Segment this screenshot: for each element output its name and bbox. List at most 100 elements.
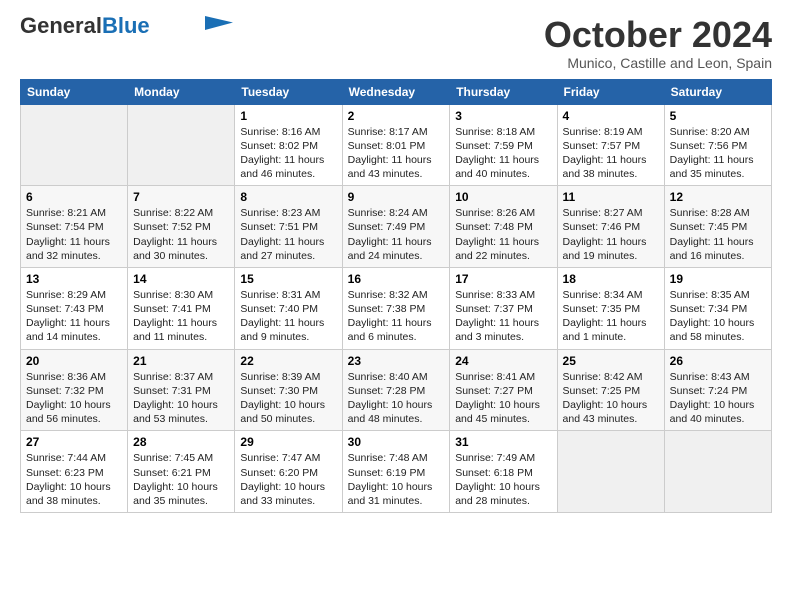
day-info: Sunrise: 8:27 AMSunset: 7:46 PMDaylight:… bbox=[563, 206, 659, 263]
week-row-4: 20Sunrise: 8:36 AMSunset: 7:32 PMDayligh… bbox=[21, 349, 772, 431]
day-info: Sunrise: 8:37 AMSunset: 7:31 PMDaylight:… bbox=[133, 370, 229, 427]
day-info: Sunrise: 8:16 AMSunset: 8:02 PMDaylight:… bbox=[240, 125, 336, 182]
day-number: 18 bbox=[563, 272, 659, 286]
day-info: Sunrise: 8:32 AMSunset: 7:38 PMDaylight:… bbox=[348, 288, 445, 345]
day-info: Sunrise: 7:44 AMSunset: 6:23 PMDaylight:… bbox=[26, 451, 122, 508]
calendar-cell: 1 Sunrise: 8:16 AMSunset: 8:02 PMDaylight… bbox=[235, 104, 342, 186]
week-row-5: 27 Sunrise: 7:44 AMSunset: 6:23 PMDayligh… bbox=[21, 431, 772, 513]
day-number: 3 bbox=[455, 109, 551, 123]
day-header-monday: Monday bbox=[128, 79, 235, 104]
calendar-cell: 21 Sunrise: 8:37 AMSunset: 7:31 PMDayligh… bbox=[128, 349, 235, 431]
logo-text: GeneralBlue bbox=[20, 15, 150, 37]
day-info: Sunrise: 8:30 AMSunset: 7:41 PMDaylight:… bbox=[133, 288, 229, 345]
week-row-1: 1 Sunrise: 8:16 AMSunset: 8:02 PMDaylight… bbox=[21, 104, 772, 186]
calendar-cell: 10 Sunrise: 8:26 AMSunset: 7:48 PMDayligh… bbox=[450, 186, 557, 268]
day-info: Sunrise: 8:21 AMSunset: 7:54 PMDaylight:… bbox=[26, 206, 122, 263]
logo: GeneralBlue bbox=[20, 15, 233, 37]
calendar-cell bbox=[128, 104, 235, 186]
week-row-3: 13 Sunrise: 8:29 AMSunset: 7:43 PMDayligh… bbox=[21, 267, 772, 349]
calendar-cell: 7Sunrise: 8:22 AMSunset: 7:52 PMDaylight… bbox=[128, 186, 235, 268]
day-header-wednesday: Wednesday bbox=[342, 79, 450, 104]
day-info: Sunrise: 8:41 AMSunset: 7:27 PMDaylight:… bbox=[455, 370, 551, 427]
calendar-cell: 6 Sunrise: 8:21 AMSunset: 7:54 PMDaylight… bbox=[21, 186, 128, 268]
calendar-cell: 18 Sunrise: 8:34 AMSunset: 7:35 PMDayligh… bbox=[557, 267, 664, 349]
day-info: Sunrise: 8:31 AMSunset: 7:40 PMDaylight:… bbox=[240, 288, 336, 345]
month-title: October 2024 bbox=[544, 15, 772, 55]
calendar-cell bbox=[21, 104, 128, 186]
day-info: Sunrise: 8:29 AMSunset: 7:43 PMDaylight:… bbox=[26, 288, 122, 345]
day-header-sunday: Sunday bbox=[21, 79, 128, 104]
day-number: 16 bbox=[348, 272, 445, 286]
day-number: 27 bbox=[26, 435, 122, 449]
day-info: Sunrise: 8:33 AMSunset: 7:37 PMDaylight:… bbox=[455, 288, 551, 345]
calendar-cell: 26 Sunrise: 8:43 AMSunset: 7:24 PMDayligh… bbox=[664, 349, 771, 431]
calendar-cell: 3Sunrise: 8:18 AMSunset: 7:59 PMDaylight… bbox=[450, 104, 557, 186]
calendar-cell: 24 Sunrise: 8:41 AMSunset: 7:27 PMDayligh… bbox=[450, 349, 557, 431]
day-number: 13 bbox=[26, 272, 122, 286]
calendar-cell bbox=[664, 431, 771, 513]
week-row-2: 6 Sunrise: 8:21 AMSunset: 7:54 PMDaylight… bbox=[21, 186, 772, 268]
day-info: Sunrise: 8:17 AMSunset: 8:01 PMDaylight:… bbox=[348, 125, 445, 182]
day-number: 29 bbox=[240, 435, 336, 449]
day-number: 4 bbox=[563, 109, 659, 123]
calendar-cell: 23Sunrise: 8:40 AMSunset: 7:28 PMDayligh… bbox=[342, 349, 450, 431]
calendar-cell: 5 Sunrise: 8:20 AMSunset: 7:56 PMDaylight… bbox=[664, 104, 771, 186]
day-number: 11 bbox=[563, 190, 659, 204]
day-number: 31 bbox=[455, 435, 551, 449]
calendar-cell: 15 Sunrise: 8:31 AMSunset: 7:40 PMDayligh… bbox=[235, 267, 342, 349]
day-number: 2 bbox=[348, 109, 445, 123]
calendar-cell: 14 Sunrise: 8:30 AMSunset: 7:41 PMDayligh… bbox=[128, 267, 235, 349]
day-info: Sunrise: 8:39 AMSunset: 7:30 PMDaylight:… bbox=[240, 370, 336, 427]
calendar-cell: 20Sunrise: 8:36 AMSunset: 7:32 PMDayligh… bbox=[21, 349, 128, 431]
day-number: 20 bbox=[26, 354, 122, 368]
day-number: 17 bbox=[455, 272, 551, 286]
day-info: Sunrise: 8:43 AMSunset: 7:24 PMDaylight:… bbox=[670, 370, 766, 427]
calendar-cell: 16 Sunrise: 8:32 AMSunset: 7:38 PMDayligh… bbox=[342, 267, 450, 349]
calendar-cell: 25Sunrise: 8:42 AMSunset: 7:25 PMDayligh… bbox=[557, 349, 664, 431]
day-number: 1 bbox=[240, 109, 336, 123]
day-number: 23 bbox=[348, 354, 445, 368]
day-number: 22 bbox=[240, 354, 336, 368]
day-info: Sunrise: 7:45 AMSunset: 6:21 PMDaylight:… bbox=[133, 451, 229, 508]
day-number: 26 bbox=[670, 354, 766, 368]
day-number: 15 bbox=[240, 272, 336, 286]
day-number: 5 bbox=[670, 109, 766, 123]
calendar-table: SundayMondayTuesdayWednesdayThursdayFrid… bbox=[20, 79, 772, 513]
calendar-cell: 19Sunrise: 8:35 AMSunset: 7:34 PMDayligh… bbox=[664, 267, 771, 349]
day-info: Sunrise: 8:24 AMSunset: 7:49 PMDaylight:… bbox=[348, 206, 445, 263]
day-number: 6 bbox=[26, 190, 122, 204]
calendar-cell: 9 Sunrise: 8:24 AMSunset: 7:49 PMDaylight… bbox=[342, 186, 450, 268]
day-number: 10 bbox=[455, 190, 551, 204]
day-info: Sunrise: 7:48 AMSunset: 6:19 PMDaylight:… bbox=[348, 451, 445, 508]
day-info: Sunrise: 8:35 AMSunset: 7:34 PMDaylight:… bbox=[670, 288, 766, 345]
calendar-cell: 17 Sunrise: 8:33 AMSunset: 7:37 PMDayligh… bbox=[450, 267, 557, 349]
day-number: 30 bbox=[348, 435, 445, 449]
day-header-tuesday: Tuesday bbox=[235, 79, 342, 104]
page-header: GeneralBlue October 2024 Munico, Castill… bbox=[20, 15, 772, 71]
day-number: 24 bbox=[455, 354, 551, 368]
day-header-friday: Friday bbox=[557, 79, 664, 104]
day-info: Sunrise: 8:26 AMSunset: 7:48 PMDaylight:… bbox=[455, 206, 551, 263]
day-info: Sunrise: 8:23 AMSunset: 7:51 PMDaylight:… bbox=[240, 206, 336, 263]
calendar-cell: 27 Sunrise: 7:44 AMSunset: 6:23 PMDayligh… bbox=[21, 431, 128, 513]
calendar-cell: 31 Sunrise: 7:49 AMSunset: 6:18 PMDayligh… bbox=[450, 431, 557, 513]
calendar-cell: 2 Sunrise: 8:17 AMSunset: 8:01 PMDaylight… bbox=[342, 104, 450, 186]
day-number: 21 bbox=[133, 354, 229, 368]
day-info: Sunrise: 8:22 AMSunset: 7:52 PMDaylight:… bbox=[133, 206, 229, 263]
day-number: 9 bbox=[348, 190, 445, 204]
day-info: Sunrise: 8:20 AMSunset: 7:56 PMDaylight:… bbox=[670, 125, 766, 182]
day-header-thursday: Thursday bbox=[450, 79, 557, 104]
calendar-cell: 30 Sunrise: 7:48 AMSunset: 6:19 PMDayligh… bbox=[342, 431, 450, 513]
day-number: 25 bbox=[563, 354, 659, 368]
day-number: 14 bbox=[133, 272, 229, 286]
title-block: October 2024 Munico, Castille and Leon, … bbox=[544, 15, 772, 71]
day-number: 28 bbox=[133, 435, 229, 449]
day-info: Sunrise: 8:34 AMSunset: 7:35 PMDaylight:… bbox=[563, 288, 659, 345]
calendar-cell: 8Sunrise: 8:23 AMSunset: 7:51 PMDaylight… bbox=[235, 186, 342, 268]
calendar-cell: 13 Sunrise: 8:29 AMSunset: 7:43 PMDayligh… bbox=[21, 267, 128, 349]
calendar-cell: 4Sunrise: 8:19 AMSunset: 7:57 PMDaylight… bbox=[557, 104, 664, 186]
calendar-header-row: SundayMondayTuesdayWednesdayThursdayFrid… bbox=[21, 79, 772, 104]
day-info: Sunrise: 7:49 AMSunset: 6:18 PMDaylight:… bbox=[455, 451, 551, 508]
calendar-cell bbox=[557, 431, 664, 513]
logo-icon bbox=[205, 16, 233, 30]
